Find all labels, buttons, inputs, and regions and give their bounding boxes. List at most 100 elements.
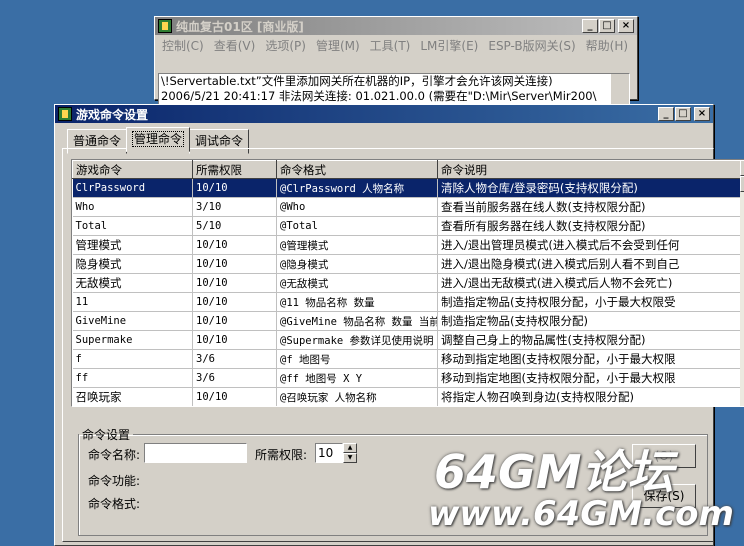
cell-permission: 10/10 bbox=[192, 254, 277, 274]
cell-permission: 10/10 bbox=[193, 407, 277, 408]
table-row[interactable]: f 3/6 @f 地图号 移动到指定地图(支持权限分配，小于最大权限 bbox=[72, 349, 741, 369]
table-row[interactable]: 移动玩家10/10@移动玩家 人物名称跟踪指定人物(支持权限分配) bbox=[73, 407, 741, 408]
spin-up-icon[interactable]: ▲ bbox=[343, 443, 357, 453]
spin-down-icon[interactable]: ▼ bbox=[343, 453, 357, 463]
cell-format: @移动玩家 人物名称 bbox=[277, 407, 438, 408]
command-name-input[interactable] bbox=[144, 443, 247, 463]
cell-description: 查看所有服务器在线人数(支持权限分配) bbox=[437, 216, 741, 236]
dialog-titlebar[interactable]: 游戏命令设置 _ □ × bbox=[55, 105, 713, 123]
menu-view[interactable]: 查看(V) bbox=[209, 36, 261, 55]
cell-format: @Who bbox=[276, 197, 438, 217]
cell-command: ClrPassword bbox=[72, 178, 193, 198]
command-name-label: 命令名称: bbox=[88, 448, 141, 462]
cell-description: 制造指定物品(支持权限分配，小于最大权限受 bbox=[437, 292, 741, 312]
table-row[interactable]: ClrPassword 10/10 @ClrPassword 人物名称 清除人物仓库/… bbox=[72, 178, 741, 198]
cell-command: 移动玩家 bbox=[73, 407, 193, 408]
maximize-icon[interactable]: □ bbox=[675, 107, 691, 121]
table-row[interactable]: Who 3/10 @Who 查看当前服务器在线人数(支持权限分配) bbox=[72, 197, 741, 217]
permission-spinner[interactable]: 10 ▲ ▼ bbox=[315, 443, 357, 463]
menu-esp-gateway[interactable]: ESP-B版网关(S) bbox=[483, 36, 580, 55]
cell-format: @无敌模式 bbox=[276, 273, 438, 293]
permission-value[interactable]: 10 bbox=[315, 443, 343, 463]
cell-description: 进入/退出隐身模式(进入模式后别人看不到自己 bbox=[437, 254, 741, 274]
menu-manage[interactable]: 管理(M) bbox=[311, 36, 365, 55]
cell-format: @Total bbox=[276, 216, 438, 236]
menu-help[interactable]: 帮助(H) bbox=[581, 36, 633, 55]
menu-control[interactable]: 控制(C) bbox=[157, 36, 209, 55]
cell-format: @Supermake 参数详见使用说明 bbox=[276, 330, 438, 350]
cell-format: @召唤玩家 人物名称 bbox=[276, 387, 438, 406]
app-icon bbox=[58, 107, 72, 121]
app-icon bbox=[158, 19, 172, 33]
cell-description: 将指定人物召唤到身边(支持权限分配) bbox=[437, 387, 741, 406]
scroll-up-icon[interactable]: ▲ bbox=[740, 160, 744, 176]
cell-permission: 3/6 bbox=[192, 349, 277, 369]
log-scrollbar[interactable] bbox=[611, 74, 629, 104]
maximize-icon[interactable]: □ bbox=[599, 19, 615, 33]
scroll-thumb[interactable] bbox=[740, 176, 744, 192]
cell-command: GiveMine bbox=[72, 311, 193, 331]
menu-options[interactable]: 选项(P) bbox=[260, 36, 311, 55]
table-row[interactable]: 11 10/10 @11 物品名称 数量 制造指定物品(支持权限分配，小于最大权限受 bbox=[72, 292, 741, 312]
cell-permission: 10/10 bbox=[192, 387, 277, 406]
cell-format: @ff 地图号 X Y bbox=[276, 368, 438, 388]
column-header-command[interactable]: 游戏命令 bbox=[72, 160, 193, 179]
save-button[interactable]: 保存(S) bbox=[632, 484, 696, 508]
cell-description: 制造指定物品(支持权限分配) bbox=[437, 311, 741, 331]
cell-command: 管理模式 bbox=[72, 235, 193, 255]
table-row[interactable]: GiveMine 10/10 @GiveMine 物品名称 数量 当前 制造指定物品(… bbox=[72, 311, 741, 331]
cell-command: 隐身模式 bbox=[72, 254, 193, 274]
cell-permission: 10/10 bbox=[192, 235, 277, 255]
cell-description: 清除人物仓库/登录密码(支持权限分配) bbox=[437, 178, 741, 198]
grid-vertical-scrollbar[interactable]: ▲ bbox=[740, 160, 744, 406]
minimize-icon[interactable]: _ bbox=[582, 19, 598, 33]
tab-admin-commands[interactable]: 管理命令 bbox=[126, 127, 191, 152]
table-row[interactable]: 管理模式 10/10 @管理模式 进入/退出管理员模式(进入模式后不会受到任何 bbox=[72, 235, 741, 255]
cell-command: 召唤玩家 bbox=[72, 387, 193, 406]
cell-description: 移动到指定地图(支持权限分配，小于最大权限 bbox=[437, 368, 741, 388]
cell-permission: 10/10 bbox=[192, 178, 277, 198]
cell-permission: 10/10 bbox=[192, 311, 277, 331]
command-format-label: 命令格式: bbox=[88, 497, 141, 511]
table-row[interactable]: Supermake 10/10 @Supermake 参数详见使用说明 调整自己身上的… bbox=[72, 330, 741, 350]
table-row[interactable]: ff 3/6 @ff 地图号 X Y 移动到指定地图(支持权限分配，小于最大权限 bbox=[72, 368, 741, 388]
minimize-icon[interactable]: _ bbox=[658, 107, 674, 121]
apply-button[interactable]: (O) bbox=[632, 444, 696, 468]
server-window: 纯血复古01区 [商业版] _ □ × 控制(C) 查看(V) 选项(P) 管理… bbox=[154, 16, 638, 105]
table-row[interactable]: Total 5/10 @Total 查看所有服务器在线人数(支持权限分配) bbox=[72, 216, 741, 236]
server-window-title: 纯血复古01区 [商业版] bbox=[176, 19, 304, 34]
group-label: 命令设置 bbox=[82, 428, 131, 442]
command-grid[interactable]: 游戏命令 所需权限 命令格式 命令说明 ClrPassword 10/10 @Clr… bbox=[71, 159, 744, 407]
cell-description: 进入/退出无敌模式(进入模式后人物不会死亡) bbox=[437, 273, 741, 293]
table-row[interactable]: 召唤玩家 10/10 @召唤玩家 人物名称 将指定人物召唤到身边(支持权限分配) bbox=[72, 387, 741, 406]
menu-lm-engine[interactable]: LM引擎(E) bbox=[415, 36, 483, 55]
table-row[interactable]: 无敌模式 10/10 @无敌模式 进入/退出无敌模式(进入模式后人物不会死亡) bbox=[72, 273, 741, 293]
cell-command: Who bbox=[72, 197, 193, 217]
cell-permission: 5/10 bbox=[192, 216, 277, 236]
table-row[interactable]: 隐身模式 10/10 @隐身模式 进入/退出隐身模式(进入模式后别人看不到自己 bbox=[72, 254, 741, 274]
cell-command: Total bbox=[72, 216, 193, 236]
dialog-title: 游戏命令设置 bbox=[76, 107, 149, 122]
server-log[interactable]: \!Servertable.txt”文件里添加网关所在机器的IP，引擎才会允许该… bbox=[158, 73, 630, 105]
cell-description: 跟踪指定人物(支持权限分配) bbox=[438, 407, 741, 408]
log-line: 2006/5/21 20:41:17 非法网关连接: 01.021.00.0 (… bbox=[161, 89, 597, 103]
cell-command: 无敌模式 bbox=[72, 273, 193, 293]
cell-format: @ClrPassword 人物名称 bbox=[276, 178, 438, 198]
cell-command: Supermake bbox=[72, 330, 193, 350]
close-icon[interactable]: × bbox=[618, 19, 634, 33]
cell-format: @隐身模式 bbox=[276, 254, 438, 274]
command-function-label: 命令功能: bbox=[88, 474, 141, 488]
menu-tools[interactable]: 工具(T) bbox=[365, 36, 416, 55]
cell-command: f bbox=[72, 349, 193, 369]
column-header-format[interactable]: 命令格式 bbox=[276, 160, 438, 179]
column-header-permission[interactable]: 所需权限 bbox=[192, 160, 277, 179]
server-window-titlebar[interactable]: 纯血复古01区 [商业版] _ □ × bbox=[155, 17, 637, 35]
close-icon[interactable]: × bbox=[694, 107, 710, 121]
cell-format: @f 地图号 bbox=[276, 349, 438, 369]
cell-permission: 3/6 bbox=[192, 368, 277, 388]
column-header-description[interactable]: 命令说明 bbox=[437, 160, 741, 179]
cell-description: 查看当前服务器在线人数(支持权限分配) bbox=[437, 197, 741, 217]
cell-command: ff bbox=[72, 368, 193, 388]
cell-format: @管理模式 bbox=[276, 235, 438, 255]
server-menubar: 控制(C) 查看(V) 选项(P) 管理(M) 工具(T) LM引擎(E) ES… bbox=[155, 35, 637, 56]
